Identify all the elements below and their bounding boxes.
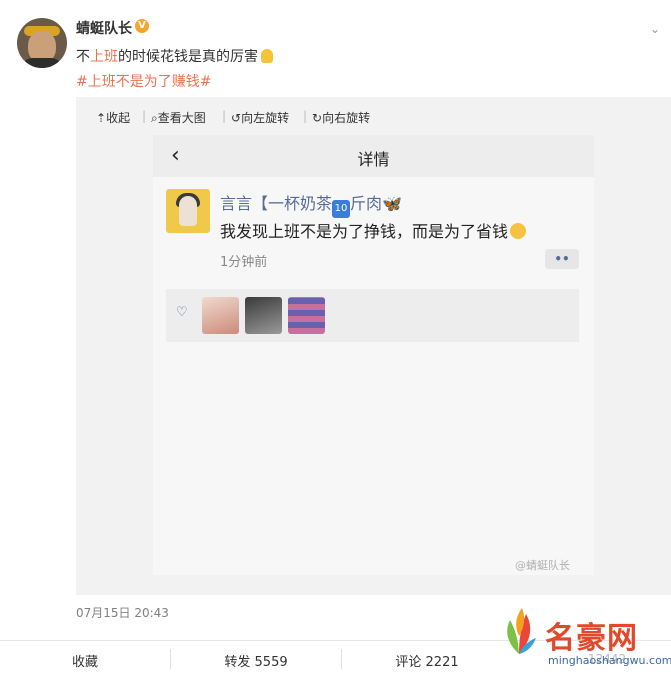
likes-panel: ♡ bbox=[166, 289, 579, 342]
verified-badge-icon: V bbox=[135, 19, 149, 33]
more-button: •• bbox=[545, 249, 579, 269]
site-logo-icon bbox=[507, 608, 536, 654]
moment-avatar bbox=[166, 189, 210, 233]
butterfly-icon: 🦋 bbox=[382, 194, 402, 213]
view-large-button[interactable]: ⌕查看大图 bbox=[151, 109, 206, 126]
author-avatar[interactable] bbox=[17, 18, 67, 68]
post-text: 不上班的时候花钱是真的厉害 bbox=[76, 46, 273, 66]
chevron-down-icon[interactable]: ⌄ bbox=[650, 22, 660, 36]
rotate-right-icon: ↻ bbox=[312, 111, 323, 125]
site-watermark-url: minghaoshangwu.com bbox=[548, 654, 671, 667]
liker-avatar bbox=[245, 297, 282, 334]
person-emoji-icon bbox=[261, 49, 273, 63]
rotate-left-icon: ↺ bbox=[231, 111, 242, 125]
heart-icon: ♡ bbox=[176, 305, 188, 320]
author-name[interactable]: 蜻蜓队长 bbox=[76, 18, 132, 38]
keycap-ten-icon: 10 bbox=[332, 200, 351, 218]
hashtag-link[interactable]: #上班不是为了赚钱# bbox=[76, 71, 211, 91]
zoom-icon: ⌕ bbox=[151, 111, 158, 125]
moment-header: ‹ 详情 bbox=[153, 135, 594, 177]
rotate-right-button[interactable]: ↻向右旋转 bbox=[312, 109, 370, 126]
site-watermark-name: 名豪网 bbox=[545, 621, 638, 656]
repost-button[interactable]: 转发 5559 bbox=[171, 651, 341, 670]
rotate-left-button[interactable]: ↺向左旋转 bbox=[231, 109, 289, 126]
comment-button[interactable]: 评论 2221 bbox=[342, 651, 512, 670]
moment-content: 我发现上班不是为了挣钱，而是为了省钱 bbox=[220, 218, 527, 242]
image-watermark: @蜻蜓队长 bbox=[515, 559, 570, 572]
liker-avatar bbox=[288, 297, 325, 334]
favorite-button[interactable]: 收藏 bbox=[0, 651, 170, 670]
post-text-highlight: 上班 bbox=[90, 49, 118, 65]
post-date[interactable]: 07月15日 20:43 bbox=[76, 604, 169, 621]
ok-hand-icon bbox=[510, 223, 527, 239]
liker-avatar bbox=[202, 297, 239, 334]
moment-header-title: 详情 bbox=[357, 150, 390, 169]
collapse-button[interactable]: ⇡收起 bbox=[96, 109, 130, 126]
moment-time: 1分钟前 bbox=[220, 255, 268, 270]
moment-screenshot[interactable]: ‹ 详情 言言【一杯奶茶 10 斤肉🦋 我发现上班不是为了挣钱，而是为了省钱 1分钟… bbox=[153, 135, 594, 575]
collapse-icon: ⇡ bbox=[96, 111, 107, 125]
moment-nickname: 言言【一杯奶茶 10 斤肉🦋 bbox=[220, 190, 402, 218]
